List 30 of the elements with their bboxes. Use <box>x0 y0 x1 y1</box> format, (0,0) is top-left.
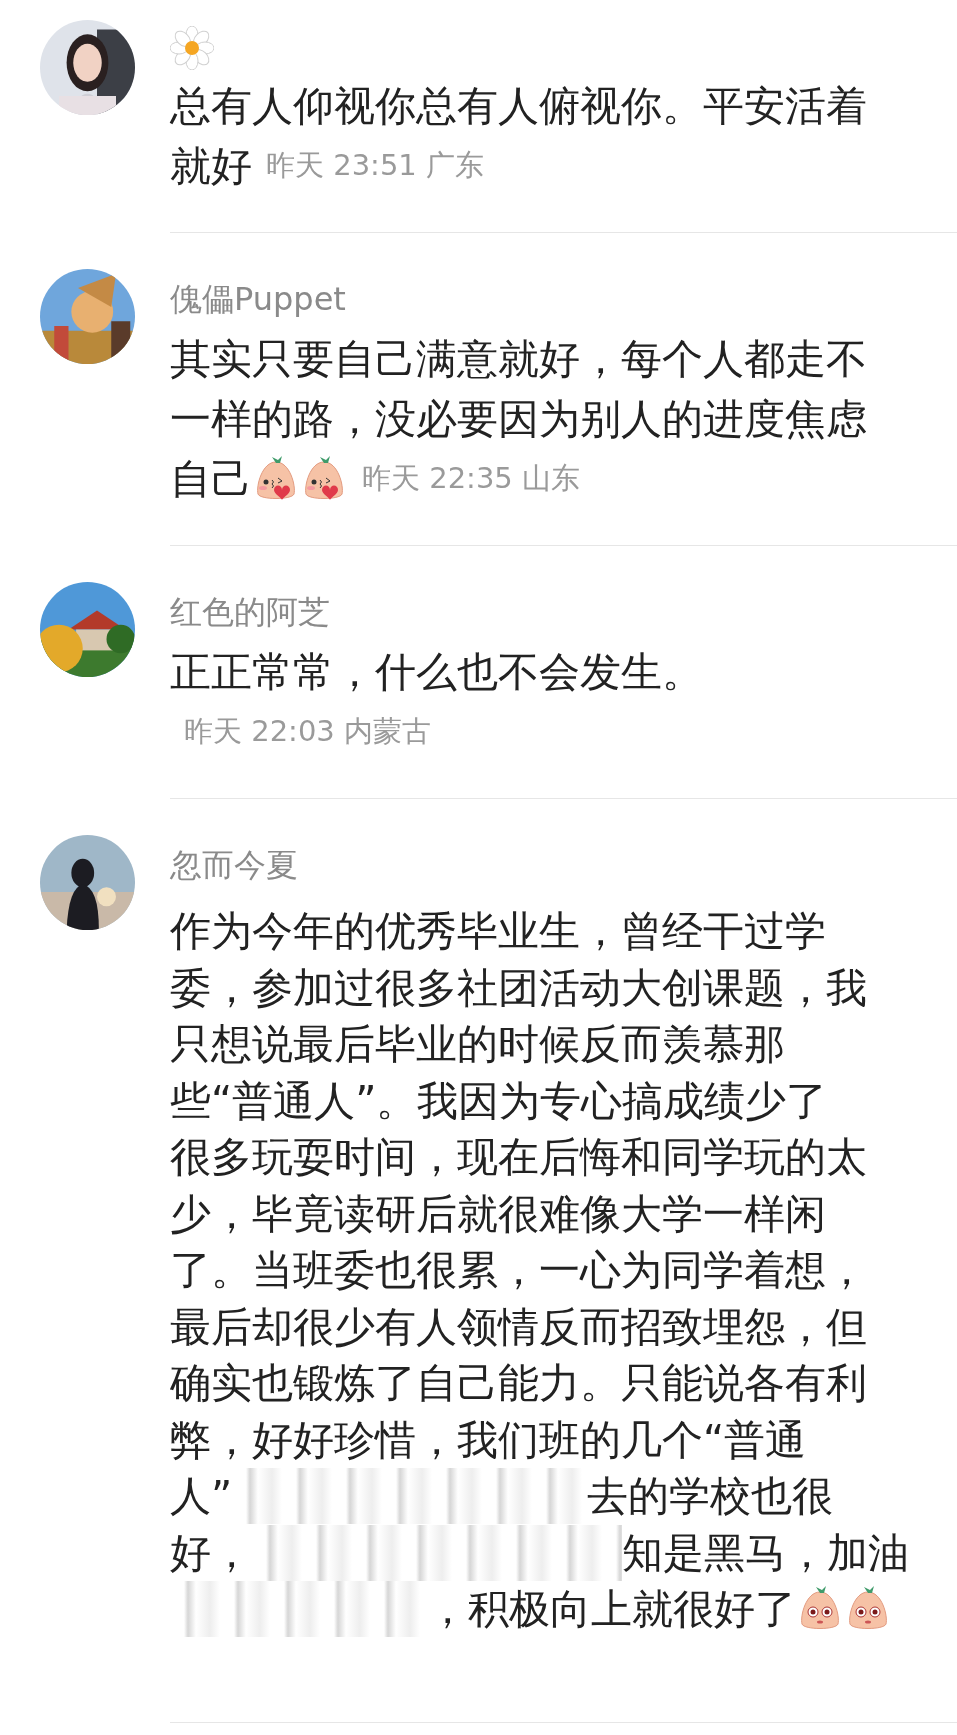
comment-text: 自己 <box>170 454 252 505</box>
user-name[interactable]: 傀儡Puppet <box>170 269 346 329</box>
comment-text: 只想说最后毕业的时候反而羡慕那 <box>170 1019 785 1071</box>
comment-text: 作为今年的优秀毕业生，曾经干过学 <box>170 906 826 958</box>
comment-text: 总有人仰视你总有人俯视你。平安活着 <box>170 81 867 132</box>
comment-text: 其实只要自己满意就好，每个人都走不 <box>170 334 867 385</box>
comment-text: 人” <box>170 1471 233 1523</box>
user-name[interactable]: 红色的阿芝 <box>170 582 330 642</box>
comment-text: 去的学校也很 <box>587 1471 834 1523</box>
comment-text: 好， <box>170 1527 252 1579</box>
comment-text: 一样的路，没必要因为别人的进度焦虑 <box>170 394 867 445</box>
comment-text: ，积极向上就很好了 <box>427 1584 796 1636</box>
comment-text: 就好 <box>170 141 252 192</box>
comment-meta: 昨天 22:35 山东 <box>362 460 580 498</box>
emoji-icon <box>302 456 346 502</box>
comment-text: 少，毕竟读研后就很难像大学一样闲 <box>170 1188 826 1240</box>
comment-text: 确实也锻炼了自己能力。只能说各有利 <box>170 1358 867 1410</box>
comment-text: 委，参加过很多社团活动大创课题，我 <box>170 962 867 1014</box>
emoji-icon <box>254 456 298 502</box>
flower-icon <box>170 26 214 70</box>
comment-text: 很多玩耍时间，现在后悔和同学玩的太 <box>170 1132 867 1184</box>
comment-text: 了。当班委也很累，一心为同学着想， <box>170 1245 867 1297</box>
comment-text: 正正常常，什么也不会发生。 <box>170 647 703 698</box>
comment-text: 知是黑马，加油 <box>622 1527 909 1579</box>
comment-text: 些“普通人”。我因为专心搞成绩少了 <box>170 1075 828 1127</box>
comment-text: 最后却很少有人领情反而招致埋怨，但 <box>170 1301 867 1353</box>
comment-text: 弊，好好珍惜，我们班的几个“普通 <box>170 1414 807 1466</box>
user-name[interactable]: 忽而今夏 <box>170 835 298 895</box>
comment-meta: 昨天 23:51 广东 <box>266 147 484 185</box>
comment-meta: 昨天 22:03 内蒙古 <box>184 713 431 751</box>
